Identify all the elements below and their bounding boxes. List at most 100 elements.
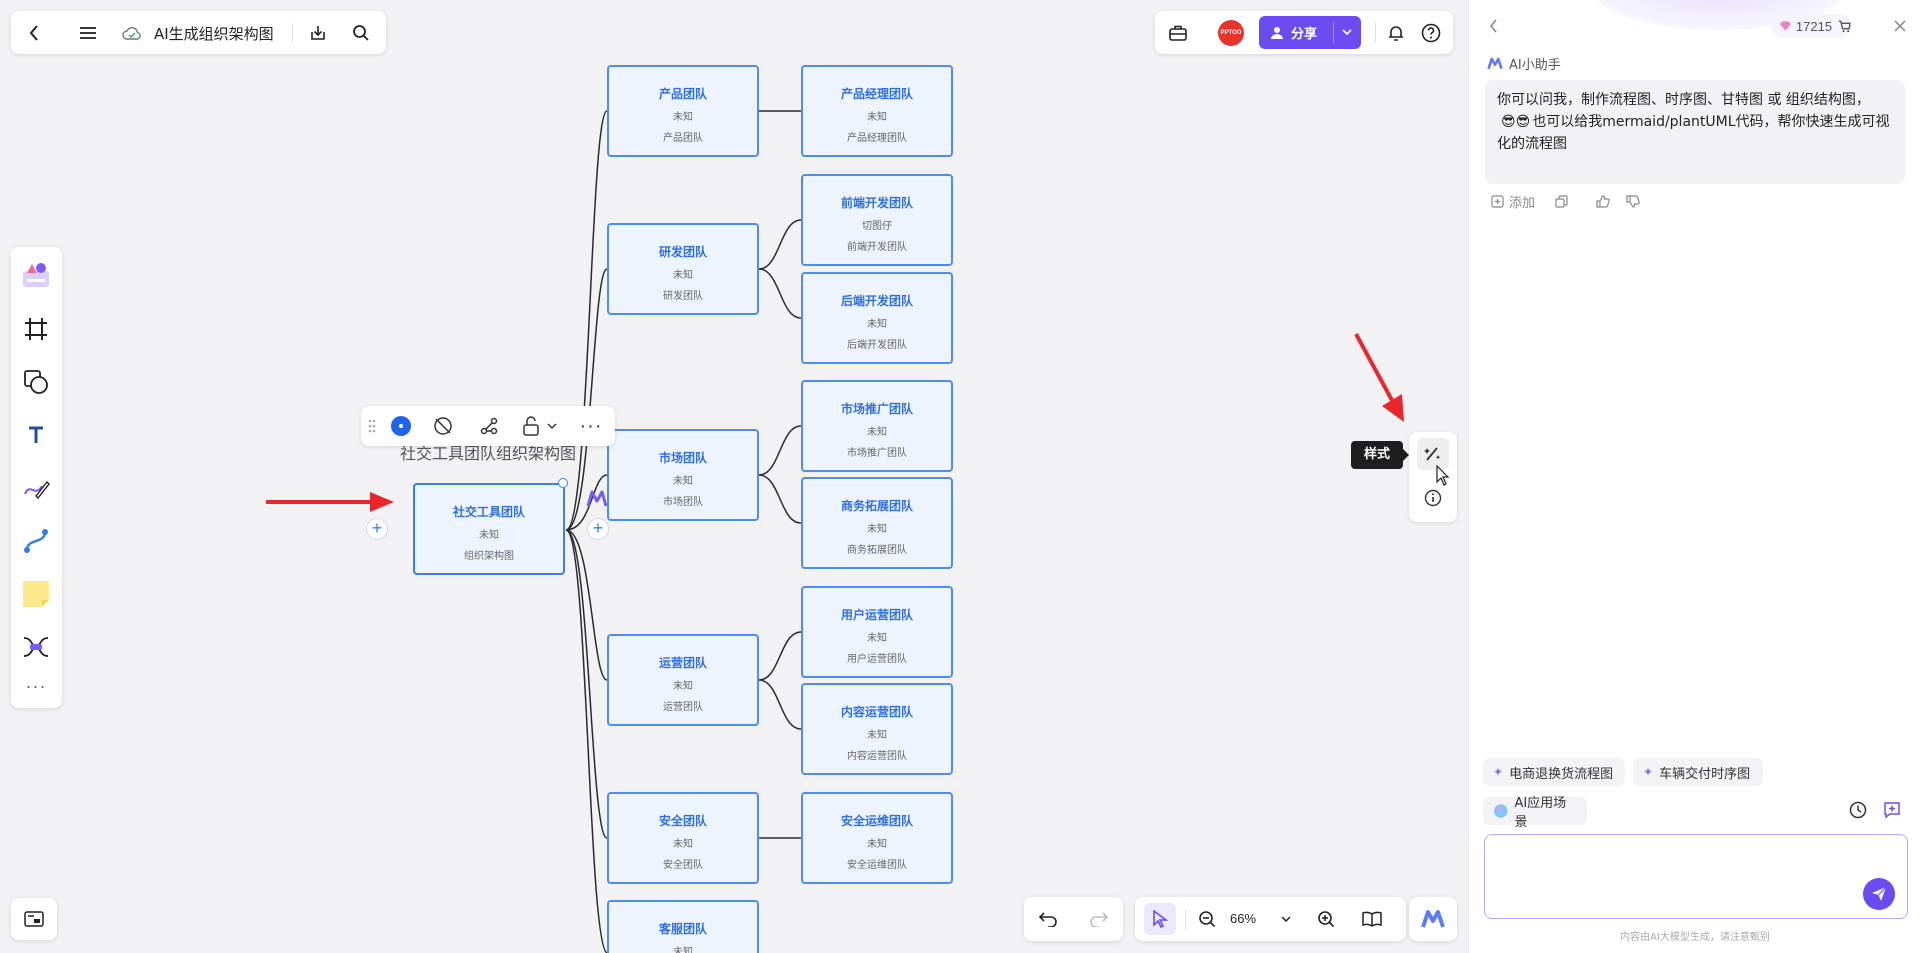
node-desc: 市场推广团队 [847, 448, 907, 459]
node-sub: 未知 [867, 427, 887, 438]
download-icon[interactable] [305, 20, 331, 46]
select-tool-icon[interactable] [1144, 903, 1176, 935]
add-note-icon[interactable] [1491, 195, 1504, 208]
thumbs-up-icon[interactable] [1596, 195, 1610, 208]
node-desc: 产品团队 [663, 133, 703, 144]
connector-icon[interactable] [477, 414, 501, 438]
node-desc: 组织架构图 [464, 551, 514, 562]
node-level1[interactable]: 研发团队 未知 研发团队 [607, 223, 759, 315]
lock-icon[interactable] [519, 414, 543, 438]
node-sub: 未知 [479, 530, 499, 541]
share-label: 分享 [1291, 27, 1318, 42]
redo-icon[interactable] [1087, 907, 1111, 931]
node-level2[interactable]: 用户运营团队 未知 用户运营团队 [801, 586, 953, 678]
sparkle-icon: ✦ [1643, 765, 1654, 779]
drag-handle-icon[interactable] [365, 416, 379, 436]
node-level2[interactable]: 市场推广团队 未知 市场推广团队 [801, 380, 953, 472]
history-icon[interactable] [1847, 799, 1869, 821]
resize-handle[interactable] [558, 478, 568, 488]
node-desc: 用户运营团队 [847, 654, 907, 665]
thumbs-down-icon[interactable] [1626, 195, 1640, 208]
node-title: 安全团队 [658, 814, 707, 828]
menu-icon[interactable] [75, 20, 101, 46]
text-icon[interactable] [14, 413, 58, 457]
bell-icon[interactable] [1383, 20, 1409, 46]
node-level2[interactable]: 后端开发团队 未知 后端开发团队 [801, 272, 953, 364]
cart-icon[interactable] [1838, 19, 1851, 33]
credits-badge[interactable]: 17215 [1771, 14, 1851, 38]
share-button[interactable]: 分享 [1259, 16, 1361, 49]
suggestion-chip[interactable]: ✦ 车辆交付时序图 [1633, 758, 1763, 786]
suggestion-chip[interactable]: ✦ 电商退换货流程图 [1483, 758, 1625, 786]
node-level1[interactable]: 安全团队 未知 安全团队 [607, 792, 759, 884]
add-label[interactable]: 添加 [1509, 192, 1535, 211]
minimap-toggle[interactable] [11, 898, 57, 940]
new-chat-icon[interactable] [1881, 799, 1903, 821]
ai-scenes-button[interactable]: AI应用场景 [1483, 796, 1587, 830]
undo-icon[interactable] [1036, 907, 1060, 931]
assistant-name: AI小助手 [1509, 58, 1561, 73]
fill-color-button[interactable] [391, 416, 411, 436]
document-title[interactable]: AI生成组织架构图 [154, 23, 274, 44]
zoom-dropdown-icon[interactable] [1280, 913, 1292, 925]
chat-input[interactable] [1493, 841, 1853, 911]
assistant-message: 你可以问我，制作流程图、时序图、甘特图 或 组织结构图， [1497, 92, 1870, 108]
node-sub: 未知 [867, 730, 887, 741]
node-root[interactable]: 社交工具团队 未知 组织架构图 [413, 483, 565, 575]
chevron-down-icon[interactable] [545, 418, 559, 434]
more-tools-icon[interactable]: ··· [14, 674, 58, 698]
node-level1[interactable]: 客服团队 未知 [607, 900, 759, 953]
zoom-level[interactable]: 66% [1230, 911, 1256, 926]
node-sub: 切图仔 [862, 221, 892, 232]
node-floating-toolbar: ··· [361, 406, 615, 446]
help-icon[interactable] [1418, 20, 1444, 46]
info-icon[interactable] [1421, 486, 1445, 510]
hide-icon[interactable] [431, 414, 455, 438]
shape-icon[interactable] [14, 360, 58, 404]
ai-logo-icon[interactable] [586, 490, 608, 508]
node-desc: 前端开发团队 [847, 242, 907, 253]
node-sub: 未知 [867, 633, 887, 644]
back-icon[interactable] [21, 20, 47, 46]
node-level1[interactable]: 产品团队 未知 产品团队 [607, 65, 759, 157]
mouse-cursor-icon [1436, 465, 1450, 486]
pen-icon[interactable] [14, 466, 58, 510]
node-level1[interactable]: 运营团队 未知 运营团队 [607, 634, 759, 726]
share-dropdown-icon[interactable] [1342, 29, 1352, 36]
templates-icon[interactable] [14, 253, 58, 297]
toolbox-icon[interactable] [1165, 20, 1191, 46]
avatar[interactable]: PPTOO [1218, 20, 1244, 46]
copy-icon[interactable] [1555, 195, 1568, 208]
node-level2[interactable]: 内容运营团队 未知 内容运营团队 [801, 683, 953, 775]
node-sub: 未知 [673, 681, 693, 692]
node-level1[interactable]: 市场团队 未知 市场团队 [607, 429, 759, 521]
search-icon[interactable] [348, 20, 374, 46]
assistant-message-2: 😎😎 也可以给我mermaid/plantUML代码，帮你快速生成可视化的流程图 [1497, 111, 1893, 155]
ai-assistant-button[interactable] [1409, 897, 1457, 941]
zoom-in-icon[interactable] [1314, 907, 1338, 931]
book-icon[interactable] [1360, 907, 1384, 931]
ai-assistant-panel: 17215 AI小助手 你可以问我，制作流程图、时序图、甘特图 或 组织结构图，… [1468, 0, 1920, 953]
node-level2[interactable]: 商务拓展团队 未知 商务拓展团队 [801, 477, 953, 569]
node-title: 商务拓展团队 [840, 499, 913, 513]
more-icon[interactable]: ··· [579, 414, 603, 438]
node-level2[interactable]: 产品经理团队 未知 产品经理团队 [801, 65, 953, 157]
node-title: 产品经理团队 [840, 87, 913, 101]
node-sub: 未知 [673, 839, 693, 850]
close-icon[interactable] [1889, 15, 1911, 37]
frame-icon[interactable] [14, 307, 58, 351]
add-right-icon[interactable]: + [587, 518, 609, 540]
cloud-saved-icon [121, 23, 143, 43]
zoom-out-icon[interactable] [1195, 907, 1219, 931]
sticky-note-icon[interactable] [14, 572, 58, 616]
whiteboard-canvas[interactable]: 社交工具团队组织架构图 社交工具团队 未知 组织架构图 + + 产品团队 未知 … [0, 0, 1468, 953]
add-left-icon[interactable]: + [366, 518, 388, 540]
collapse-panel-icon[interactable] [1483, 16, 1503, 36]
node-level2[interactable]: 前端开发团队 切图仔 前端开发团队 [801, 174, 953, 266]
node-title: 客服团队 [658, 922, 707, 936]
node-level2[interactable]: 安全运维团队 未知 安全运维团队 [801, 792, 953, 884]
connector-line-icon[interactable] [14, 519, 58, 563]
node-title: 内容运营团队 [840, 705, 913, 719]
send-button[interactable] [1863, 878, 1895, 910]
mindmap-icon[interactable] [14, 625, 58, 669]
